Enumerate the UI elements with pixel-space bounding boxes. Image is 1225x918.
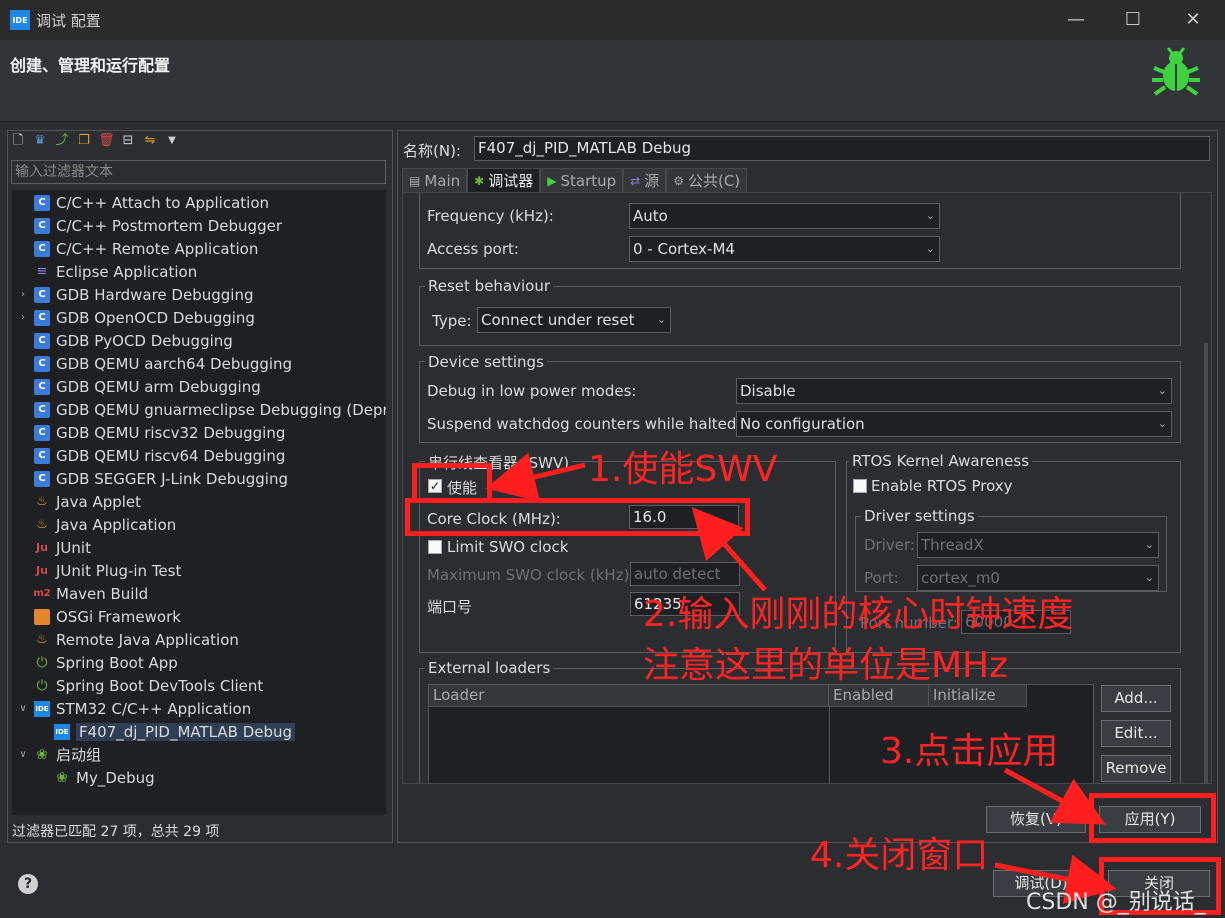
watermark: CSDN @_别说话_ bbox=[1026, 890, 1206, 915]
annotation-step2-line1: 2.输入刚刚的核心时钟速度 bbox=[643, 594, 1074, 635]
arrow-step3 bbox=[1003, 767, 1106, 825]
annotation-step4: 4.关闭窗口 bbox=[810, 835, 989, 876]
annotation-step1: 1.使能SWV bbox=[588, 449, 778, 490]
arrow-step1 bbox=[485, 452, 586, 502]
arrow-step4 bbox=[994, 854, 1117, 904]
arrow-step2 bbox=[691, 507, 767, 592]
annotation-step3: 3.点击应用 bbox=[880, 731, 1059, 772]
annotation-step2-line2: 注意这里的单位是MHz bbox=[643, 645, 1009, 686]
